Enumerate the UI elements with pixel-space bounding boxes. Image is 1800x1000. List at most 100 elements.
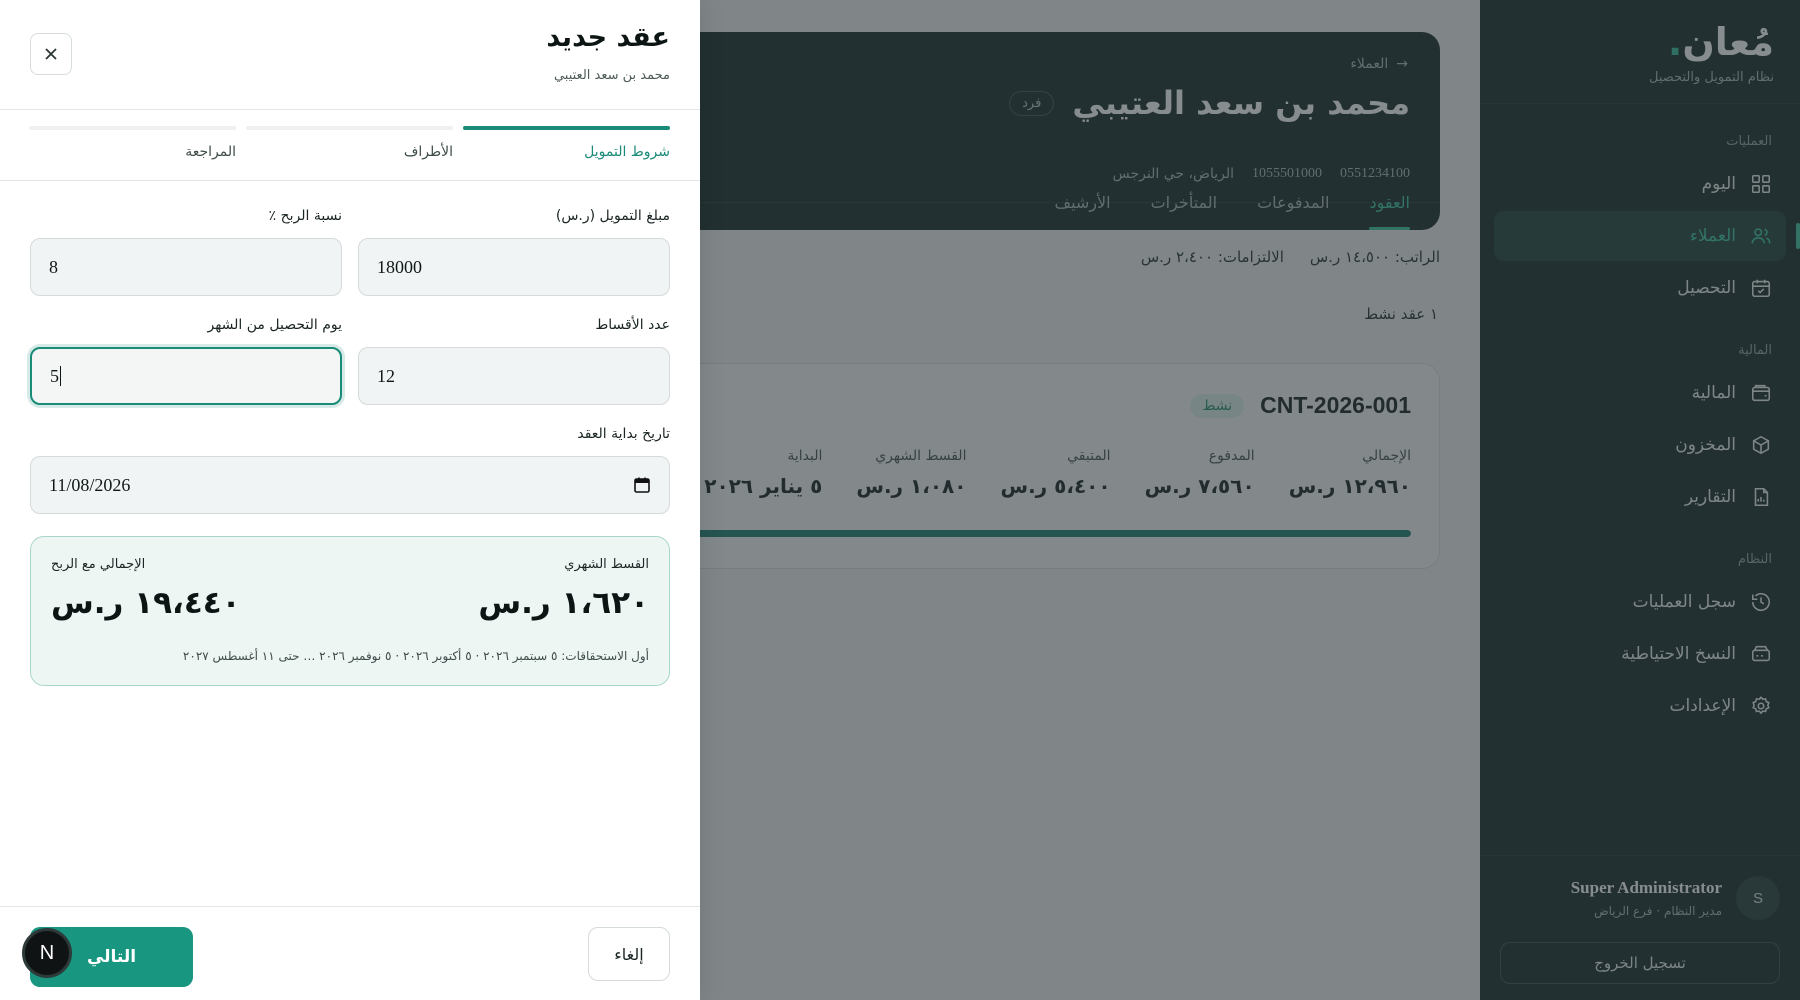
field-label: تاريخ بداية العقد <box>577 426 670 442</box>
client-name: محمد بن سعد العتيبي <box>1072 84 1410 122</box>
sidebar-item-label: التحصيل <box>1677 278 1736 298</box>
amount-field: مبلغ التمويل (ر.س) 18000 <box>358 208 670 296</box>
salary-text: الراتب: ١٤،٥٠٠ ر.س <box>1309 248 1440 266</box>
breadcrumb-clients[interactable]: العملاء <box>1350 56 1388 72</box>
sidebar-item-label: سجل العمليات <box>1632 592 1736 612</box>
amount-input[interactable]: 18000 <box>358 238 670 296</box>
stat-total: الإجمالي ١٢،٩٦٠ ر.س <box>1288 448 1411 498</box>
arrow-right-icon: → <box>1396 56 1408 72</box>
sidebar-item-inventory[interactable]: المخزون <box>1494 420 1786 470</box>
monthly-installment-label: القسط الشهري <box>564 557 649 572</box>
dev-tools-badge[interactable]: N <box>22 928 72 978</box>
step-financing-terms[interactable]: شروط التمويل <box>463 126 670 160</box>
box-icon <box>1750 434 1772 456</box>
nav-section-system: النظام <box>1737 552 1772 567</box>
due-dates-note: أول الاستحقاقات: ٥ سبتمبر ٢٠٢٦ · ٥ أكتوب… <box>182 649 649 663</box>
calendar-check-icon <box>1750 277 1772 299</box>
installment-summary: القسط الشهري ١،٦٢٠ ر.س الإجمالي مع الربح… <box>30 536 670 686</box>
step-label: الأطراف <box>403 144 453 160</box>
sidebar-item-audit-log[interactable]: سجل العمليات <box>1494 577 1786 627</box>
step-bar <box>463 126 670 130</box>
text-caret <box>60 366 61 386</box>
sidebar-item-label: اليوم <box>1701 174 1736 194</box>
nav-section-finance: المالية <box>1738 343 1772 358</box>
sidebar-item-label: المخزون <box>1675 435 1736 455</box>
sidebar-item-clients[interactable]: العملاء <box>1494 211 1800 261</box>
start-date-input[interactable]: 11/08/2026 <box>30 456 670 514</box>
step-review[interactable]: المراجعة <box>29 126 236 160</box>
collection-day-value: 5 <box>50 365 59 386</box>
installments-field: عدد الأقساط 12 <box>358 317 670 405</box>
total-with-profit-value: ١٩،٤٤٠ ر.س <box>51 585 241 621</box>
tab-archive[interactable]: الأرشيف <box>1055 193 1111 212</box>
stepper: شروط التمويل الأطراف المراجعة <box>0 110 700 181</box>
tab-payments[interactable]: المدفوعات <box>1257 193 1329 212</box>
user-name: Super Administrator <box>1570 878 1722 897</box>
start-date-value: 11/08/2026 <box>49 474 131 495</box>
client-tabs: العقود المدفوعات المتأخرات الأرشيف <box>1055 174 1410 230</box>
brand-subtitle: نظام التمويل والتحصيل <box>1649 70 1774 85</box>
stat-monthly: القسط الشهري ١،٠٨٠ ر.س <box>856 448 967 498</box>
logout-button[interactable]: تسجيل الخروج <box>1500 942 1780 984</box>
sidebar-item-label: العملاء <box>1689 226 1736 246</box>
total-with-profit-label: الإجمالي مع الربح <box>51 557 146 572</box>
wallet-icon <box>1750 382 1772 404</box>
field-label: مبلغ التمويل (ر.س) <box>555 208 670 224</box>
client-type-badge: فرد <box>1009 90 1055 116</box>
installments-input[interactable]: 12 <box>358 347 670 405</box>
gear-icon <box>1750 695 1772 717</box>
close-button[interactable] <box>30 33 72 75</box>
sidebar: مُعان. نظام التمويل والتحصيل العمليات ال… <box>1480 0 1800 1000</box>
drawer-header: عقد جديد محمد بن سعد العتيبي <box>0 0 700 110</box>
tab-arrears[interactable]: المتأخرات <box>1151 193 1218 212</box>
sidebar-item-label: المالية <box>1691 383 1736 403</box>
report-icon <box>1750 486 1772 508</box>
new-contract-drawer: عقد جديد محمد بن سعد العتيبي شروط التموي… <box>0 0 700 1000</box>
sidebar-item-collection[interactable]: التحصيل <box>1494 263 1786 313</box>
status-badge: نشط <box>1190 393 1245 418</box>
contract-progress-bar <box>661 530 1411 537</box>
start-date-field: تاريخ بداية العقد 11/08/2026 <box>30 426 670 514</box>
contract-stats: الإجمالي ١٢،٩٦٠ ر.س المدفوع ٧،٥٦٠ ر.س المت… <box>704 448 1411 498</box>
user-panel: S Super Administrator مدير النظام · فرع … <box>1480 855 1800 1000</box>
financial-summary: الراتب: ١٤،٥٠٠ ر.س الالتزامات: ٢،٤٠٠ ر.س <box>1141 248 1440 266</box>
contract-progress-fill <box>661 530 1411 537</box>
sidebar-item-label: الإعدادات <box>1669 696 1736 716</box>
step-bar <box>246 126 453 130</box>
sidebar-item-today[interactable]: اليوم <box>1494 159 1786 209</box>
stat-remaining: المتبقي ٥،٤٠٠ ر.س <box>1000 448 1111 498</box>
sidebar-item-label: التقارير <box>1684 487 1736 507</box>
obligations-text: الالتزامات: ٢،٤٠٠ ر.س <box>1140 248 1284 266</box>
field-label: عدد الأقساط <box>595 317 670 333</box>
step-bar <box>29 126 236 130</box>
brand: مُعان. نظام التمويل والتحصيل <box>1480 0 1800 104</box>
user-role: مدير النظام · فرع الرياض <box>1594 904 1722 918</box>
tab-contracts[interactable]: العقود <box>1369 174 1410 230</box>
collection-day-input[interactable]: 5 <box>30 347 342 405</box>
contract-card[interactable]: CNT-2026-001 نشط الإجمالي ١٢،٩٦٠ ر.س المد… <box>640 363 1440 569</box>
drawer-subtitle: محمد بن سعد العتيبي <box>553 68 670 83</box>
active-contracts-count: ١ عقد نشط <box>1364 305 1438 323</box>
field-label: يوم التحصيل من الشهر <box>207 317 342 333</box>
sidebar-item-reports[interactable]: التقارير <box>1494 472 1786 522</box>
sidebar-item-label: النسخ الاحتياطية <box>1621 644 1736 664</box>
step-parties[interactable]: الأطراف <box>246 126 453 160</box>
profit-rate-input[interactable]: 8 <box>30 238 342 296</box>
sidebar-item-finance[interactable]: المالية <box>1494 368 1786 418</box>
nav-section-operations: العمليات <box>1726 134 1772 149</box>
stat-start: البداية ٥ يناير ٢٠٢٦ <box>704 448 823 498</box>
contract-number: CNT-2026-001 <box>1260 392 1411 418</box>
calendar-icon[interactable] <box>633 476 651 494</box>
field-label: نسبة الربح ٪ <box>268 208 342 224</box>
history-icon <box>1750 591 1772 613</box>
brand-logo: مُعان. <box>1667 20 1774 64</box>
drawer-title: عقد جديد <box>546 22 670 53</box>
sidebar-item-backups[interactable]: النسخ الاحتياطية <box>1494 629 1786 679</box>
sidebar-item-settings[interactable]: الإعدادات <box>1494 681 1786 731</box>
breadcrumb[interactable]: → العملاء <box>1350 56 1408 72</box>
drawer-footer: إلغاء التالي <box>0 906 700 1000</box>
close-icon <box>45 48 57 60</box>
stat-paid: المدفوع ٧،٥٦٠ ر.س <box>1144 448 1255 498</box>
cancel-button[interactable]: إلغاء <box>588 927 670 981</box>
dashboard-icon <box>1750 173 1772 195</box>
